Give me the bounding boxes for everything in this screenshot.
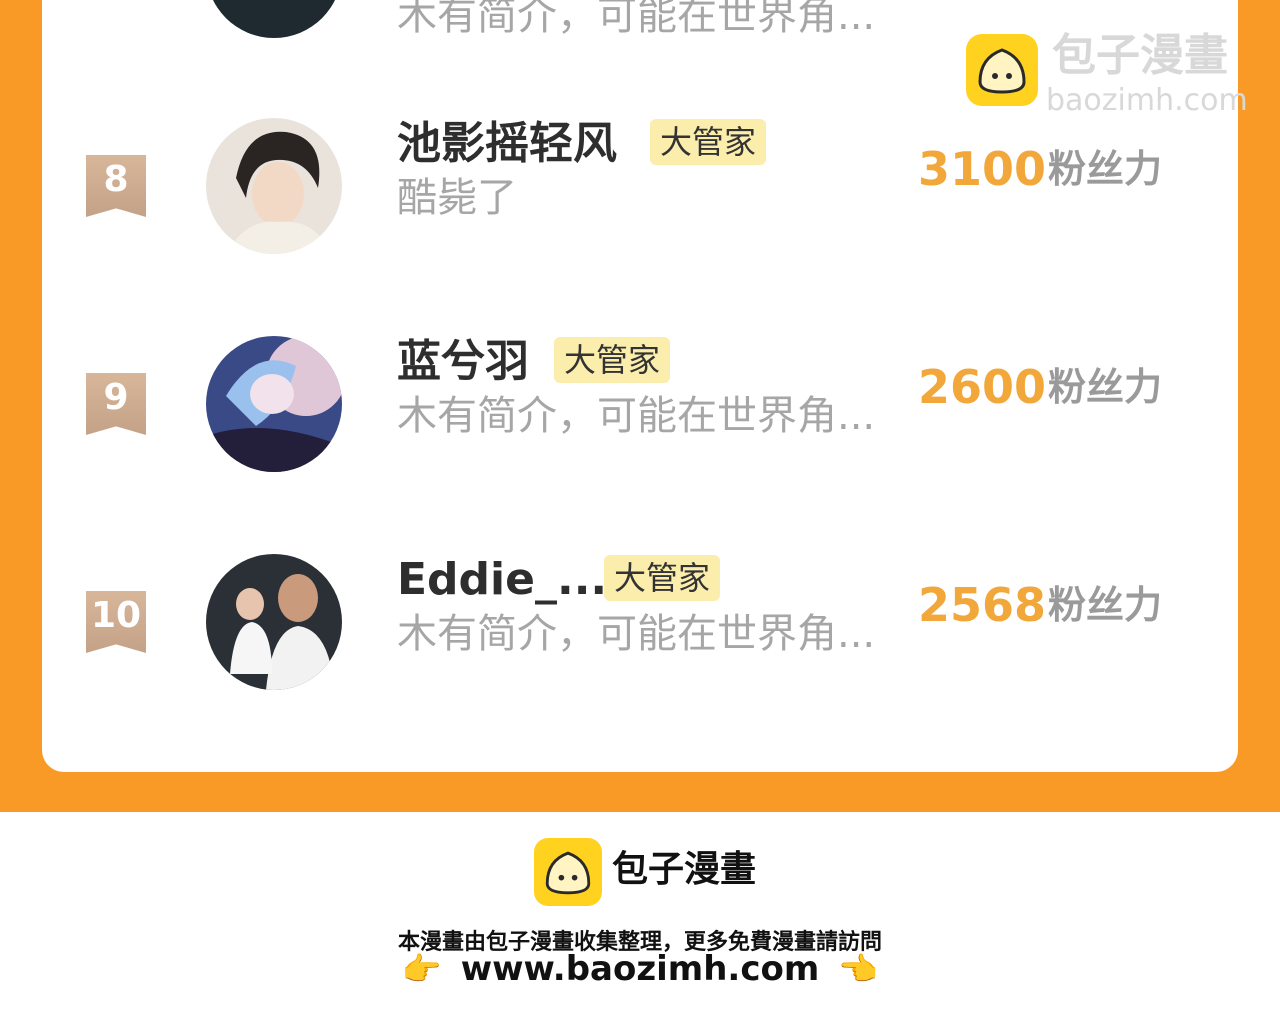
list-item[interactable]: 9 蓝兮羽 大管家 木有简介，可能在世界角... 2600 粉丝力: [42, 336, 1238, 472]
user-bio: 木有简介，可能在世界角...: [397, 0, 876, 39]
avatar[interactable]: [206, 336, 342, 472]
watermark-url: baozimh.com: [1046, 83, 1248, 118]
avatar[interactable]: [206, 0, 342, 38]
watermark-title: 包子漫畫: [1052, 30, 1228, 81]
rank-ribbon: 9: [86, 373, 146, 435]
user-bio: 木有简介，可能在世界角...: [397, 393, 876, 439]
role-badge: 大管家: [554, 337, 671, 384]
avatar[interactable]: [206, 118, 342, 254]
fan-count: 3100: [918, 142, 1047, 196]
rank-number: 8: [103, 159, 129, 200]
footer-url-link[interactable]: www.baozimh.com: [461, 949, 820, 989]
rank-ribbon: 8: [86, 155, 146, 217]
watermark: 包子漫畫 baozimh.com: [966, 34, 1266, 118]
footer-title: 包子漫畫: [612, 849, 757, 890]
fan-label: 粉丝力: [1048, 583, 1163, 627]
user-name[interactable]: Eddie_...: [397, 558, 607, 602]
user-name[interactable]: 池影摇轻风: [397, 122, 617, 166]
bun-logo-icon: [966, 34, 1038, 106]
user-bio: 木有简介，可能在世界角...: [397, 611, 876, 657]
avatar[interactable]: [206, 554, 342, 690]
rank-number: 9: [103, 377, 129, 418]
rank-number: 10: [90, 595, 142, 636]
fan-label: 粉丝力: [1048, 365, 1163, 409]
list-item[interactable]: 10 Eddie_... 大管家 木有简介，可能在世界角... 2568 粉丝力: [42, 554, 1238, 690]
user-name[interactable]: 蓝兮羽: [397, 340, 529, 384]
role-badge: 大管家: [650, 119, 767, 166]
fan-label: 粉丝力: [1048, 147, 1163, 191]
role-badge: 大管家: [604, 555, 721, 602]
bun-logo-icon: [534, 838, 602, 906]
footer-url-row: 👉 www.baozimh.com 👈: [0, 952, 1280, 986]
fan-count: 2600: [918, 360, 1047, 414]
user-bio: 酷毙了: [397, 175, 517, 221]
list-item[interactable]: 8 池影摇轻风 大管家 酷毙了 3100 粉丝力: [42, 118, 1238, 254]
pointing-left-hand-icon: 👈: [838, 950, 879, 988]
pointing-right-hand-icon: 👉: [401, 950, 442, 988]
fan-count: 2568: [918, 578, 1047, 632]
rank-ribbon: 10: [86, 591, 146, 653]
